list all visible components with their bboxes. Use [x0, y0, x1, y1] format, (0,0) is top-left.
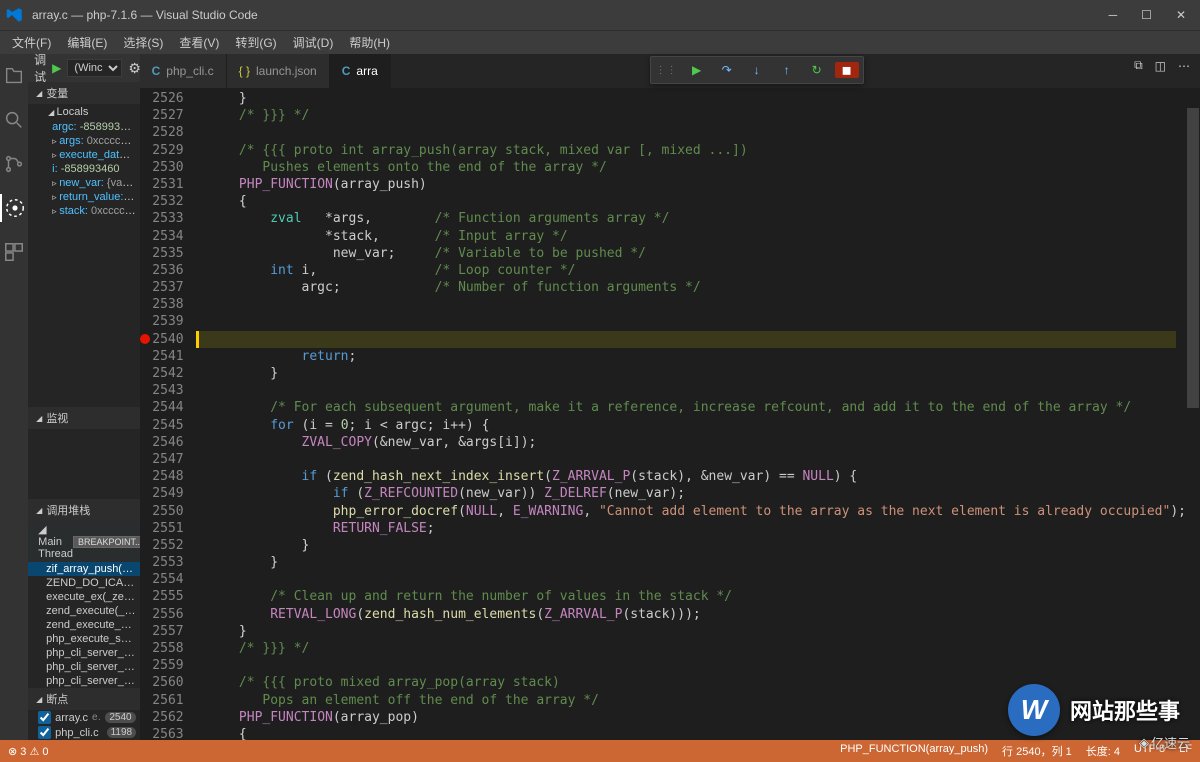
- scrollbar-thumb[interactable]: [1187, 108, 1199, 408]
- split-editor-icon[interactable]: ◫: [1155, 59, 1166, 73]
- thread-row[interactable]: ◢ Main Thread BREAKPOINT...: [28, 521, 139, 562]
- step-over-button[interactable]: ↷: [715, 63, 739, 77]
- explorer-icon[interactable]: [0, 62, 28, 90]
- editor-area: Cphp_cli.c{ }launch.jsonCarra ⋮⋮ ▶ ↷ ↓ ↑…: [140, 54, 1200, 740]
- menu-item[interactable]: 编辑(E): [61, 32, 113, 53]
- variable-row[interactable]: i: -858993460: [28, 162, 139, 176]
- breakpoint-dot[interactable]: [140, 334, 150, 344]
- breakpoint-row[interactable]: php_cli.c sapi\cli 1198: [28, 725, 139, 740]
- watermark-sub: ◈ 亿速云: [1139, 733, 1190, 752]
- breakpoints-header[interactable]: 断点: [28, 688, 139, 710]
- debug-settings-button[interactable]: ⚙: [128, 60, 139, 77]
- locals-header[interactable]: Locals: [28, 104, 139, 120]
- watermark: W 网站那些事 ◈ 亿速云: [1008, 684, 1180, 736]
- editor-tab[interactable]: Cphp_cli.c: [140, 54, 227, 88]
- extensions-icon[interactable]: [0, 238, 28, 266]
- variable-row[interactable]: execute_data: 0x000002...: [28, 148, 139, 162]
- stack-frame[interactable]: ZEND_DO_ICALL_SPEC_R...: [28, 576, 139, 590]
- watermark-text: 网站那些事: [1070, 694, 1180, 726]
- compare-icon[interactable]: ⧉: [1134, 58, 1143, 73]
- status-bar: ⊗ 3 ⚠ 0 PHP_FUNCTION(array_push) 行 2540，…: [0, 740, 1200, 762]
- editor-tab[interactable]: Carra: [330, 54, 391, 88]
- line-gutter: 2526252725282529253025312532253325342535…: [140, 88, 196, 740]
- status-tabsize[interactable]: 长度: 4: [1086, 743, 1120, 759]
- variables-header[interactable]: 变量: [28, 82, 139, 104]
- menu-item[interactable]: 查看(V): [173, 32, 225, 53]
- git-icon[interactable]: [0, 150, 28, 178]
- maximize-button[interactable]: ☐: [1141, 8, 1152, 22]
- stack-frame[interactable]: php_cli_server_dispa...: [28, 646, 139, 660]
- breakpoint-row[interactable]: array.c ext\standa... 2540: [28, 710, 139, 725]
- menubar: 文件(F)编辑(E)选择(S)查看(V)转到(G)调试(D)帮助(H): [0, 30, 1200, 54]
- debug-toolbar: 调试 ▶ (Winc ⚙ ▣: [28, 54, 139, 82]
- breakpoint-checkbox[interactable]: [38, 726, 51, 739]
- breakpoints-section: array.c ext\standa... 2540 php_cli.c sap…: [28, 710, 139, 740]
- debug-config-select[interactable]: (Winc: [67, 59, 122, 77]
- variable-row[interactable]: argc: -858993460: [28, 120, 139, 134]
- stack-frame[interactable]: php_execute_script(_...: [28, 632, 139, 646]
- window-controls: ─ ☐ ✕: [1109, 8, 1194, 22]
- step-into-button[interactable]: ↓: [745, 63, 769, 77]
- status-errors[interactable]: ⊗ 3 ⚠ 0: [8, 745, 49, 758]
- watch-header[interactable]: 监视: [28, 407, 139, 429]
- menu-item[interactable]: 选择(S): [117, 32, 169, 53]
- code-lines[interactable]: } /* }}} */ /* {{{ proto int array_push(…: [196, 88, 1186, 740]
- debug-sidebar: 调试 ▶ (Winc ⚙ ▣ 变量 Locals argc: -85899346…: [28, 54, 139, 740]
- variables-section: Locals argc: -858993460args: 0xccccccccc…: [28, 104, 139, 218]
- menu-item[interactable]: 转到(G): [229, 32, 282, 53]
- variable-row[interactable]: new_var: {value={lval=...: [28, 176, 139, 190]
- stop-button[interactable]: ◼: [835, 62, 859, 78]
- status-scope[interactable]: PHP_FUNCTION(array_push): [840, 743, 988, 759]
- continue-button[interactable]: ▶: [685, 63, 709, 77]
- breakpoint-checkbox[interactable]: [38, 711, 51, 724]
- more-actions-icon[interactable]: ⋯: [1178, 59, 1190, 73]
- stack-frame[interactable]: php_cli_server_recv_...: [28, 674, 139, 688]
- activity-bar: [0, 54, 28, 740]
- menu-item[interactable]: 调试(D): [287, 32, 340, 53]
- titlebar: array.c — php-7.1.6 — Visual Studio Code…: [0, 0, 1200, 30]
- callstack-section: ◢ Main Thread BREAKPOINT... zif_array_pu…: [28, 521, 139, 688]
- vertical-scrollbar[interactable]: [1186, 88, 1200, 740]
- variable-row[interactable]: stack: 0xcccccccccccccc...: [28, 204, 139, 218]
- step-out-button[interactable]: ↑: [775, 63, 799, 77]
- stack-frame[interactable]: execute_ex(_zend_exe...: [28, 590, 139, 604]
- debug-action-bar[interactable]: ⋮⋮ ▶ ↷ ↓ ↑ ↻ ◼: [650, 56, 864, 84]
- editor-tab[interactable]: { }launch.json: [227, 54, 330, 88]
- code-editor[interactable]: 2526252725282529253025312532253325342535…: [140, 88, 1200, 740]
- stack-frame[interactable]: zend_execute(_zend_o...: [28, 604, 139, 618]
- debug-label: 调试: [34, 54, 46, 85]
- callstack-header[interactable]: 调用堆栈: [28, 499, 139, 521]
- minimize-button[interactable]: ─: [1109, 8, 1118, 22]
- menu-item[interactable]: 文件(F): [6, 32, 57, 53]
- watermark-logo: W: [1008, 684, 1060, 736]
- status-position[interactable]: 行 2540，列 1: [1002, 743, 1072, 759]
- stack-frame[interactable]: zif_array_push(_zend...: [28, 562, 139, 576]
- variable-row[interactable]: args: 0xcccccccccccccc...: [28, 134, 139, 148]
- drag-handle-icon[interactable]: ⋮⋮: [655, 65, 679, 76]
- search-icon[interactable]: [0, 106, 28, 134]
- start-debug-button[interactable]: ▶: [52, 61, 61, 75]
- stack-frame[interactable]: php_cli_server_dispa...: [28, 660, 139, 674]
- stack-frame[interactable]: zend_execute_scripts...: [28, 618, 139, 632]
- window-title: array.c — php-7.1.6 — Visual Studio Code: [32, 8, 1109, 22]
- debug-icon[interactable]: [0, 194, 28, 222]
- menu-item[interactable]: 帮助(H): [343, 32, 396, 53]
- vscode-icon: [6, 6, 24, 24]
- restart-button[interactable]: ↻: [805, 63, 829, 77]
- variable-row[interactable]: return_value: 0x000000...: [28, 190, 139, 204]
- close-button[interactable]: ✕: [1176, 8, 1186, 22]
